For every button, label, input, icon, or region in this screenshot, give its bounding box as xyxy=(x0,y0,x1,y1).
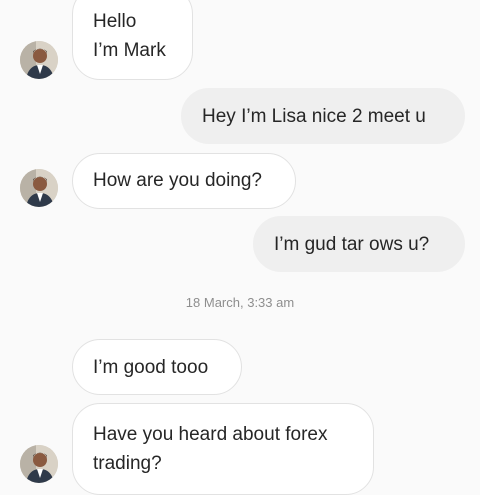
message-bubble-incoming[interactable]: Have you heard about forex trading? xyxy=(72,403,374,495)
message-text: Have you heard about forex xyxy=(93,424,328,445)
message-text: Hey I’m Lisa nice 2 meet u xyxy=(202,106,426,127)
message-bubble-outgoing[interactable]: Hey I’m Lisa nice 2 meet u xyxy=(181,88,465,144)
message-text: How are you doing? xyxy=(93,170,262,191)
message-bubble-outgoing[interactable]: I’m gud tar ows u? xyxy=(253,216,465,272)
message-bubble-incoming[interactable]: Hello I’m Mark xyxy=(72,0,193,80)
message-text: I’m Mark xyxy=(93,40,166,61)
message-text: I’m good tooo xyxy=(93,357,209,378)
avatar-icon[interactable] xyxy=(20,445,58,483)
avatar-icon[interactable] xyxy=(20,169,58,207)
message-bubble-incoming[interactable]: How are you doing? xyxy=(72,153,296,209)
timestamp-divider: 18 March, 3:33 am xyxy=(185,295,295,310)
avatar-icon[interactable] xyxy=(20,41,58,79)
message-text: trading? xyxy=(93,453,162,474)
message-text: I’m gud tar ows u? xyxy=(274,234,430,255)
message-bubble-incoming[interactable]: I’m good tooo xyxy=(72,339,242,395)
message-text: Hello xyxy=(93,11,137,32)
